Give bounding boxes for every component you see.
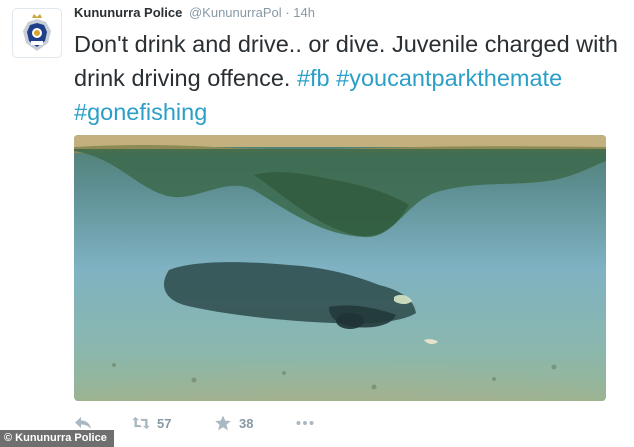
- tweet-photo[interactable]: [74, 135, 606, 401]
- tweet-header: Kununurra Police @KununurraPol · 14h: [74, 5, 315, 20]
- tweet-text: Don't drink and drive.. or dive. Juvenil…: [74, 27, 626, 129]
- favorite-button[interactable]: 38: [214, 415, 296, 431]
- user-handle[interactable]: @KununurraPol: [189, 5, 282, 20]
- retweet-count: 57: [157, 415, 172, 431]
- separator-dot: ·: [285, 5, 290, 20]
- retweet-button[interactable]: 57: [132, 415, 214, 431]
- star-icon: [215, 415, 231, 431]
- more-button[interactable]: [296, 415, 314, 431]
- more-icon: [296, 421, 314, 425]
- hashtag-youcantparkthemate[interactable]: #youcantparkthemate: [336, 65, 562, 91]
- avatar[interactable]: [12, 8, 62, 58]
- reply-icon: [75, 417, 91, 429]
- hashtag-fb[interactable]: #fb: [297, 65, 330, 91]
- timestamp[interactable]: 14h: [293, 5, 315, 20]
- favorite-count: 38: [239, 415, 254, 431]
- submerged-car-photo: [74, 135, 606, 401]
- hashtag-gonefishing[interactable]: #gonefishing: [74, 99, 207, 125]
- retweet-icon: [132, 416, 150, 430]
- reply-button[interactable]: [74, 415, 132, 431]
- police-badge-icon: [23, 14, 51, 51]
- image-credit: © Kununurra Police: [0, 430, 114, 447]
- display-name[interactable]: Kununurra Police: [74, 5, 182, 20]
- tweet: Kununurra Police @KununurraPol · 14h Don…: [0, 0, 634, 447]
